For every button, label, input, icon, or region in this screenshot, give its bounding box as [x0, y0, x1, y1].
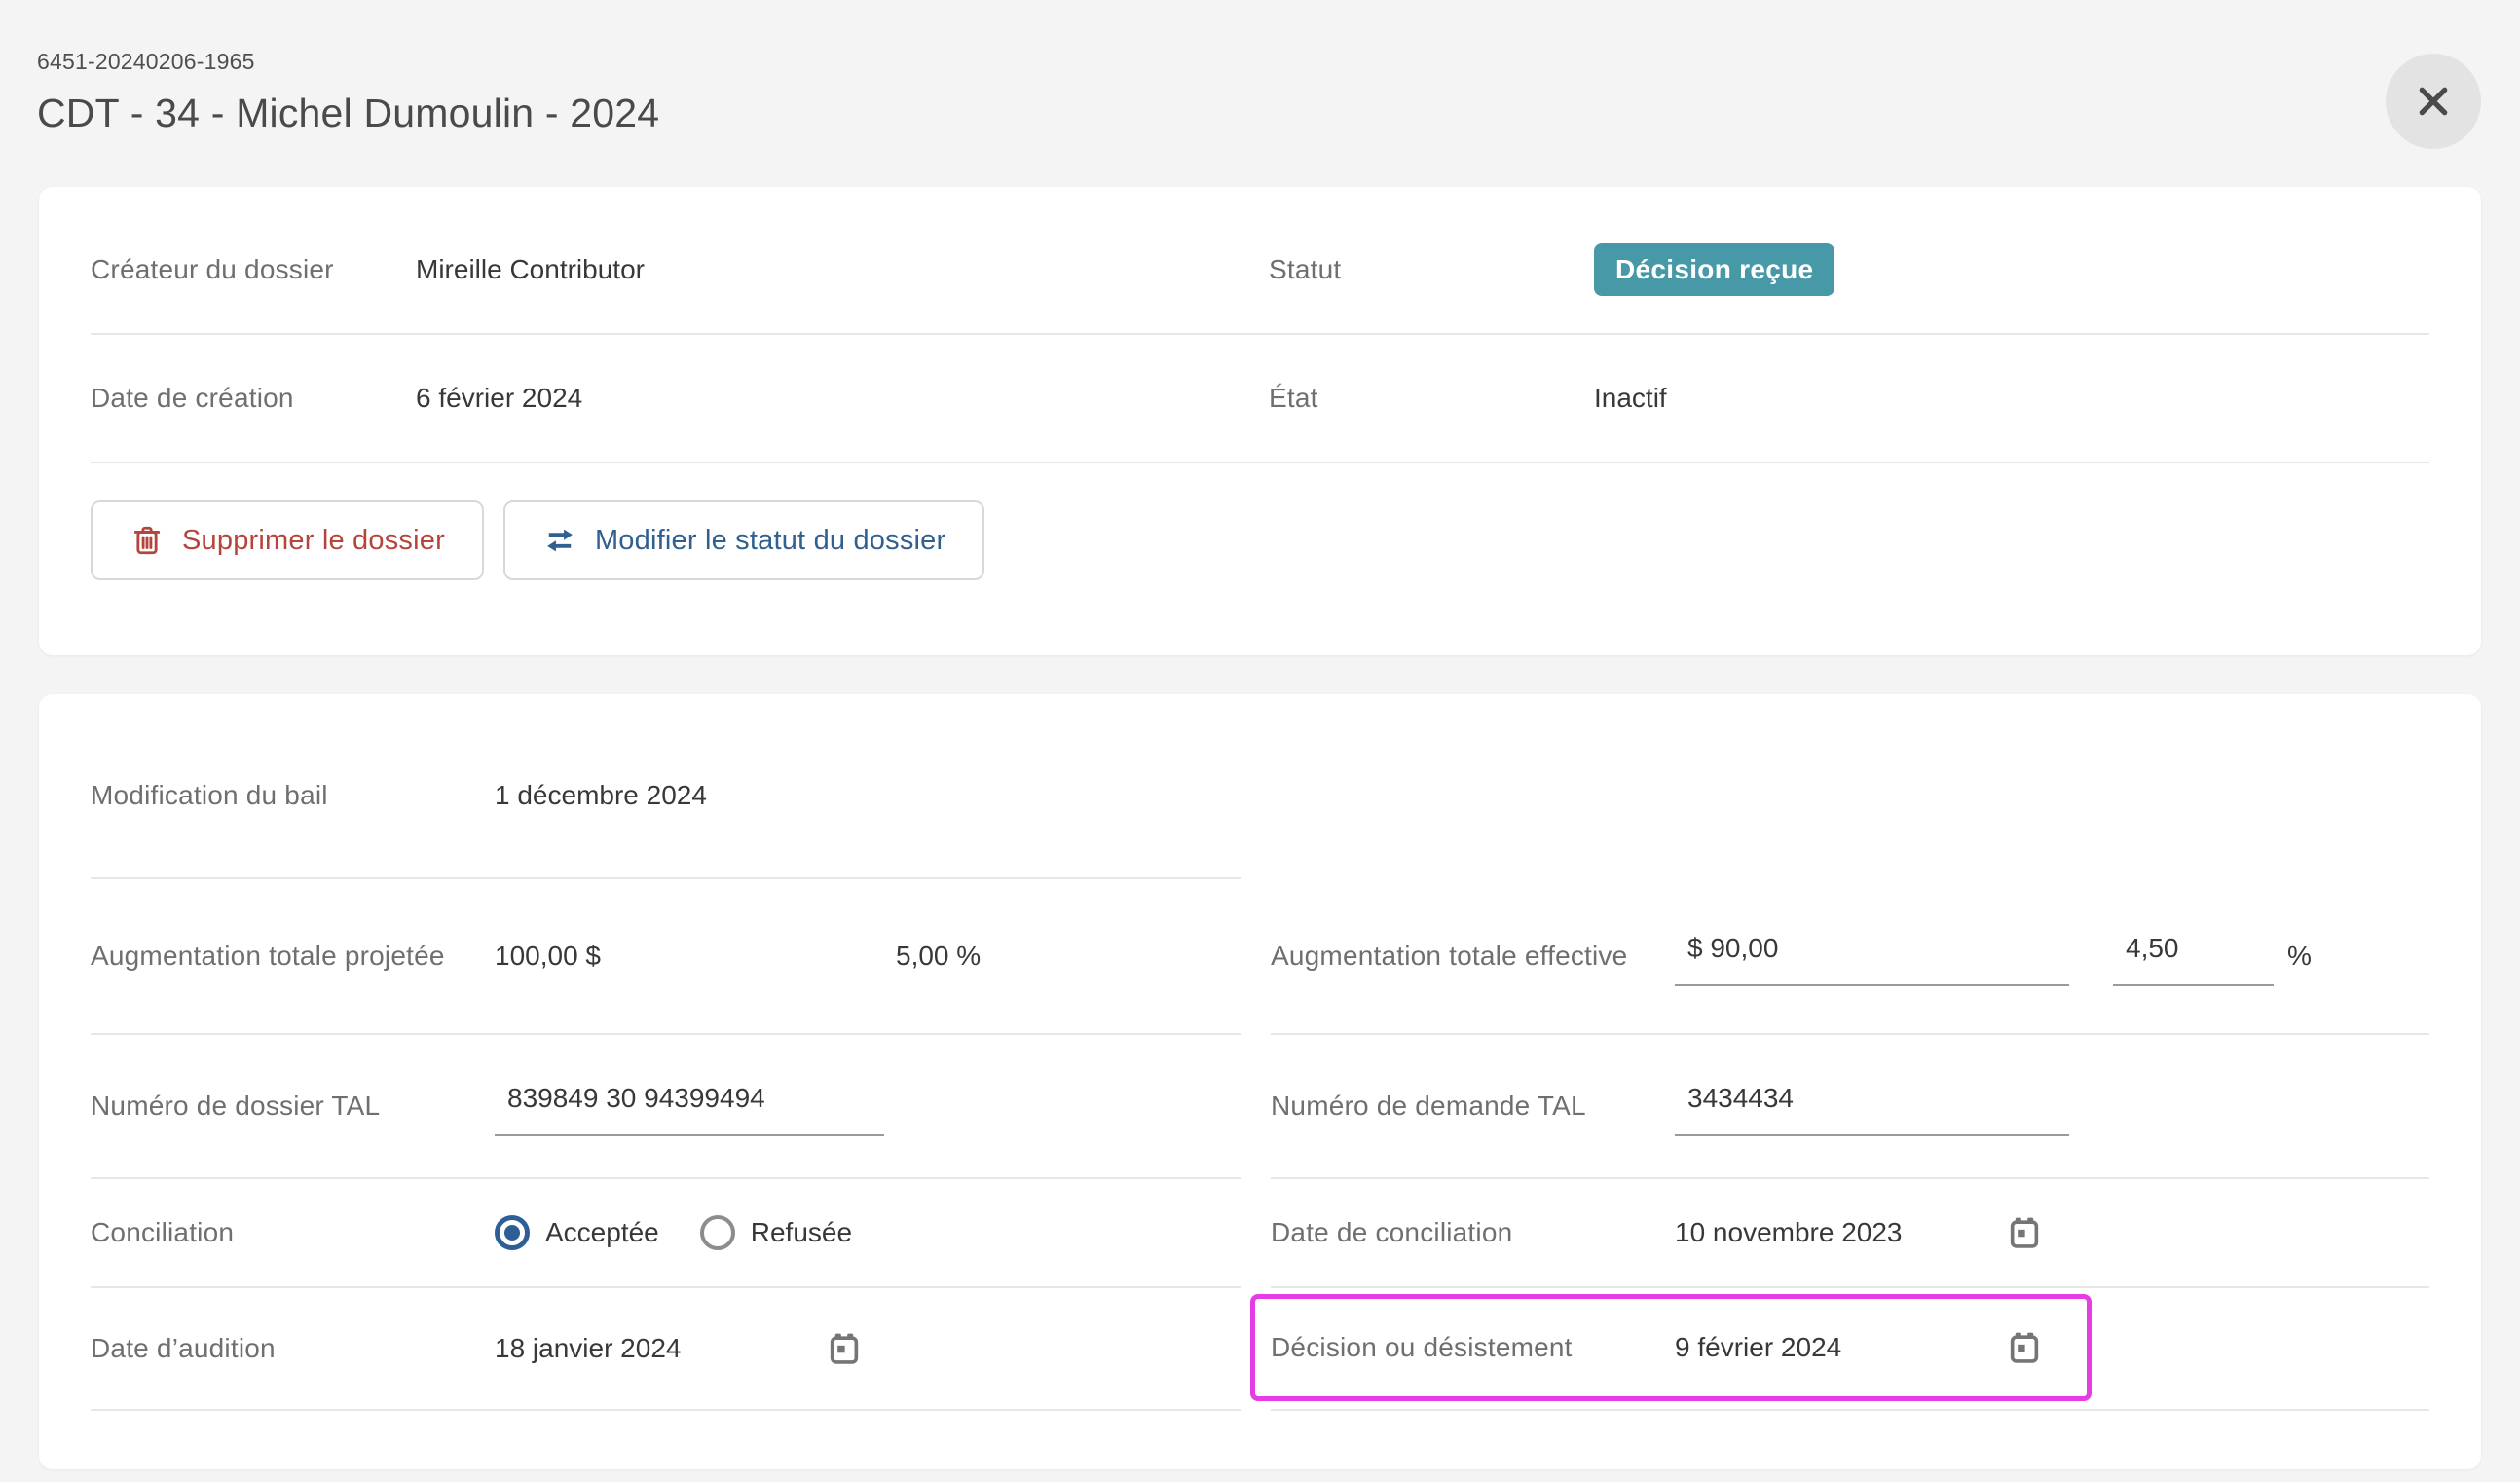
case-detail-page: 6451-20240206-1965 CDT - 34 - Michel Dum… — [0, 0, 2520, 1469]
case-id: 6451-20240206-1965 — [37, 49, 2481, 75]
actions-row: Supprimer le dossier Modifier le statut … — [91, 500, 2429, 580]
lease-modification-label: Modification du bail — [91, 773, 495, 818]
page-title: CDT - 34 - Michel Dumoulin - 2024 — [37, 91, 2481, 136]
summary-row-1: Créateur du dossier Mireille Contributor… — [91, 206, 2429, 335]
delete-case-label: Supprimer le dossier — [182, 525, 445, 557]
projected-increase-percent: 5,00 % — [896, 941, 981, 972]
details-card: Modification du bail 1 décembre 2024 Aug… — [39, 694, 2481, 1469]
conciliation-date-value: 10 novembre 2023 — [1675, 1217, 2006, 1248]
creator-label: Créateur du dossier — [91, 254, 416, 285]
status-label: Statut — [1269, 254, 1594, 285]
row-conciliation: Conciliation Acceptée Refusée Date de co… — [91, 1179, 2429, 1288]
effective-increase-percent-input[interactable] — [2113, 926, 2274, 986]
tal-request-number-label: Numéro de demande TAL — [1271, 1084, 1675, 1129]
close-icon — [2414, 82, 2453, 121]
creation-date-label: Date de création — [91, 383, 416, 414]
swap-arrows-icon — [542, 523, 577, 558]
state-value: Inactif — [1594, 383, 1667, 414]
calendar-icon-audition[interactable] — [826, 1329, 863, 1368]
creator-value: Mireille Contributor — [416, 254, 645, 285]
tal-file-number-input[interactable] — [495, 1076, 884, 1136]
modify-status-label: Modifier le statut du dossier — [595, 525, 945, 557]
effective-increase-amount-input[interactable] — [1675, 926, 2069, 986]
row-increase: Augmentation totale projetée 100,00 $ 5,… — [91, 879, 2429, 1035]
calendar-icon-decision[interactable] — [2006, 1328, 2043, 1367]
page-header: 6451-20240206-1965 CDT - 34 - Michel Dum… — [37, 49, 2481, 136]
radio-label-refusee: Refusée — [751, 1217, 852, 1248]
conciliation-radio-group: Acceptée Refusée — [495, 1215, 893, 1250]
delete-case-button[interactable]: Supprimer le dossier — [91, 500, 484, 580]
conciliation-date-label: Date de conciliation — [1271, 1210, 1675, 1255]
decision-date-value: 9 février 2024 — [1675, 1332, 2006, 1363]
audition-date-label: Date d’audition — [91, 1326, 495, 1371]
radio-icon-refusee[interactable] — [700, 1215, 735, 1250]
summary-card: Créateur du dossier Mireille Contributor… — [39, 187, 2481, 655]
creation-date-value: 6 février 2024 — [416, 383, 582, 414]
radio-icon-acceptee[interactable] — [495, 1215, 530, 1250]
tal-request-number-input[interactable] — [1675, 1076, 2069, 1136]
row-lease-modification: Modification du bail 1 décembre 2024 — [91, 714, 2429, 879]
radio-option-refusee[interactable]: Refusée — [700, 1215, 852, 1250]
tal-file-number-label: Numéro de dossier TAL — [91, 1084, 495, 1129]
close-button[interactable] — [2386, 54, 2481, 149]
radio-option-acceptee[interactable]: Acceptée — [495, 1215, 659, 1250]
radio-label-acceptee: Acceptée — [545, 1217, 659, 1248]
lease-modification-value: 1 décembre 2024 — [495, 780, 707, 811]
modify-status-button[interactable]: Modifier le statut du dossier — [503, 500, 984, 580]
row-dates: Date d’audition 18 janvier 2024 Décision… — [91, 1288, 2429, 1411]
audition-date-value: 18 janvier 2024 — [495, 1333, 826, 1364]
percent-suffix: % — [2287, 941, 2312, 972]
conciliation-label: Conciliation — [91, 1210, 495, 1255]
decision-date-label: Décision ou désistement — [1271, 1325, 1675, 1370]
summary-row-2: Date de création 6 février 2024 État Ina… — [91, 335, 2429, 463]
effective-increase-label: Augmentation totale effective — [1271, 934, 1675, 979]
projected-increase-label: Augmentation totale projetée — [91, 934, 495, 979]
trash-icon — [130, 523, 165, 558]
row-tal-numbers: Numéro de dossier TAL Numéro de demande … — [91, 1035, 2429, 1179]
decision-highlight-box: Décision ou désistement 9 février 2024 — [1250, 1294, 2092, 1401]
state-label: État — [1269, 383, 1594, 414]
calendar-icon-conciliation[interactable] — [2006, 1213, 2043, 1252]
status-badge: Décision reçue — [1594, 243, 1834, 296]
projected-increase-amount: 100,00 $ — [495, 941, 896, 972]
